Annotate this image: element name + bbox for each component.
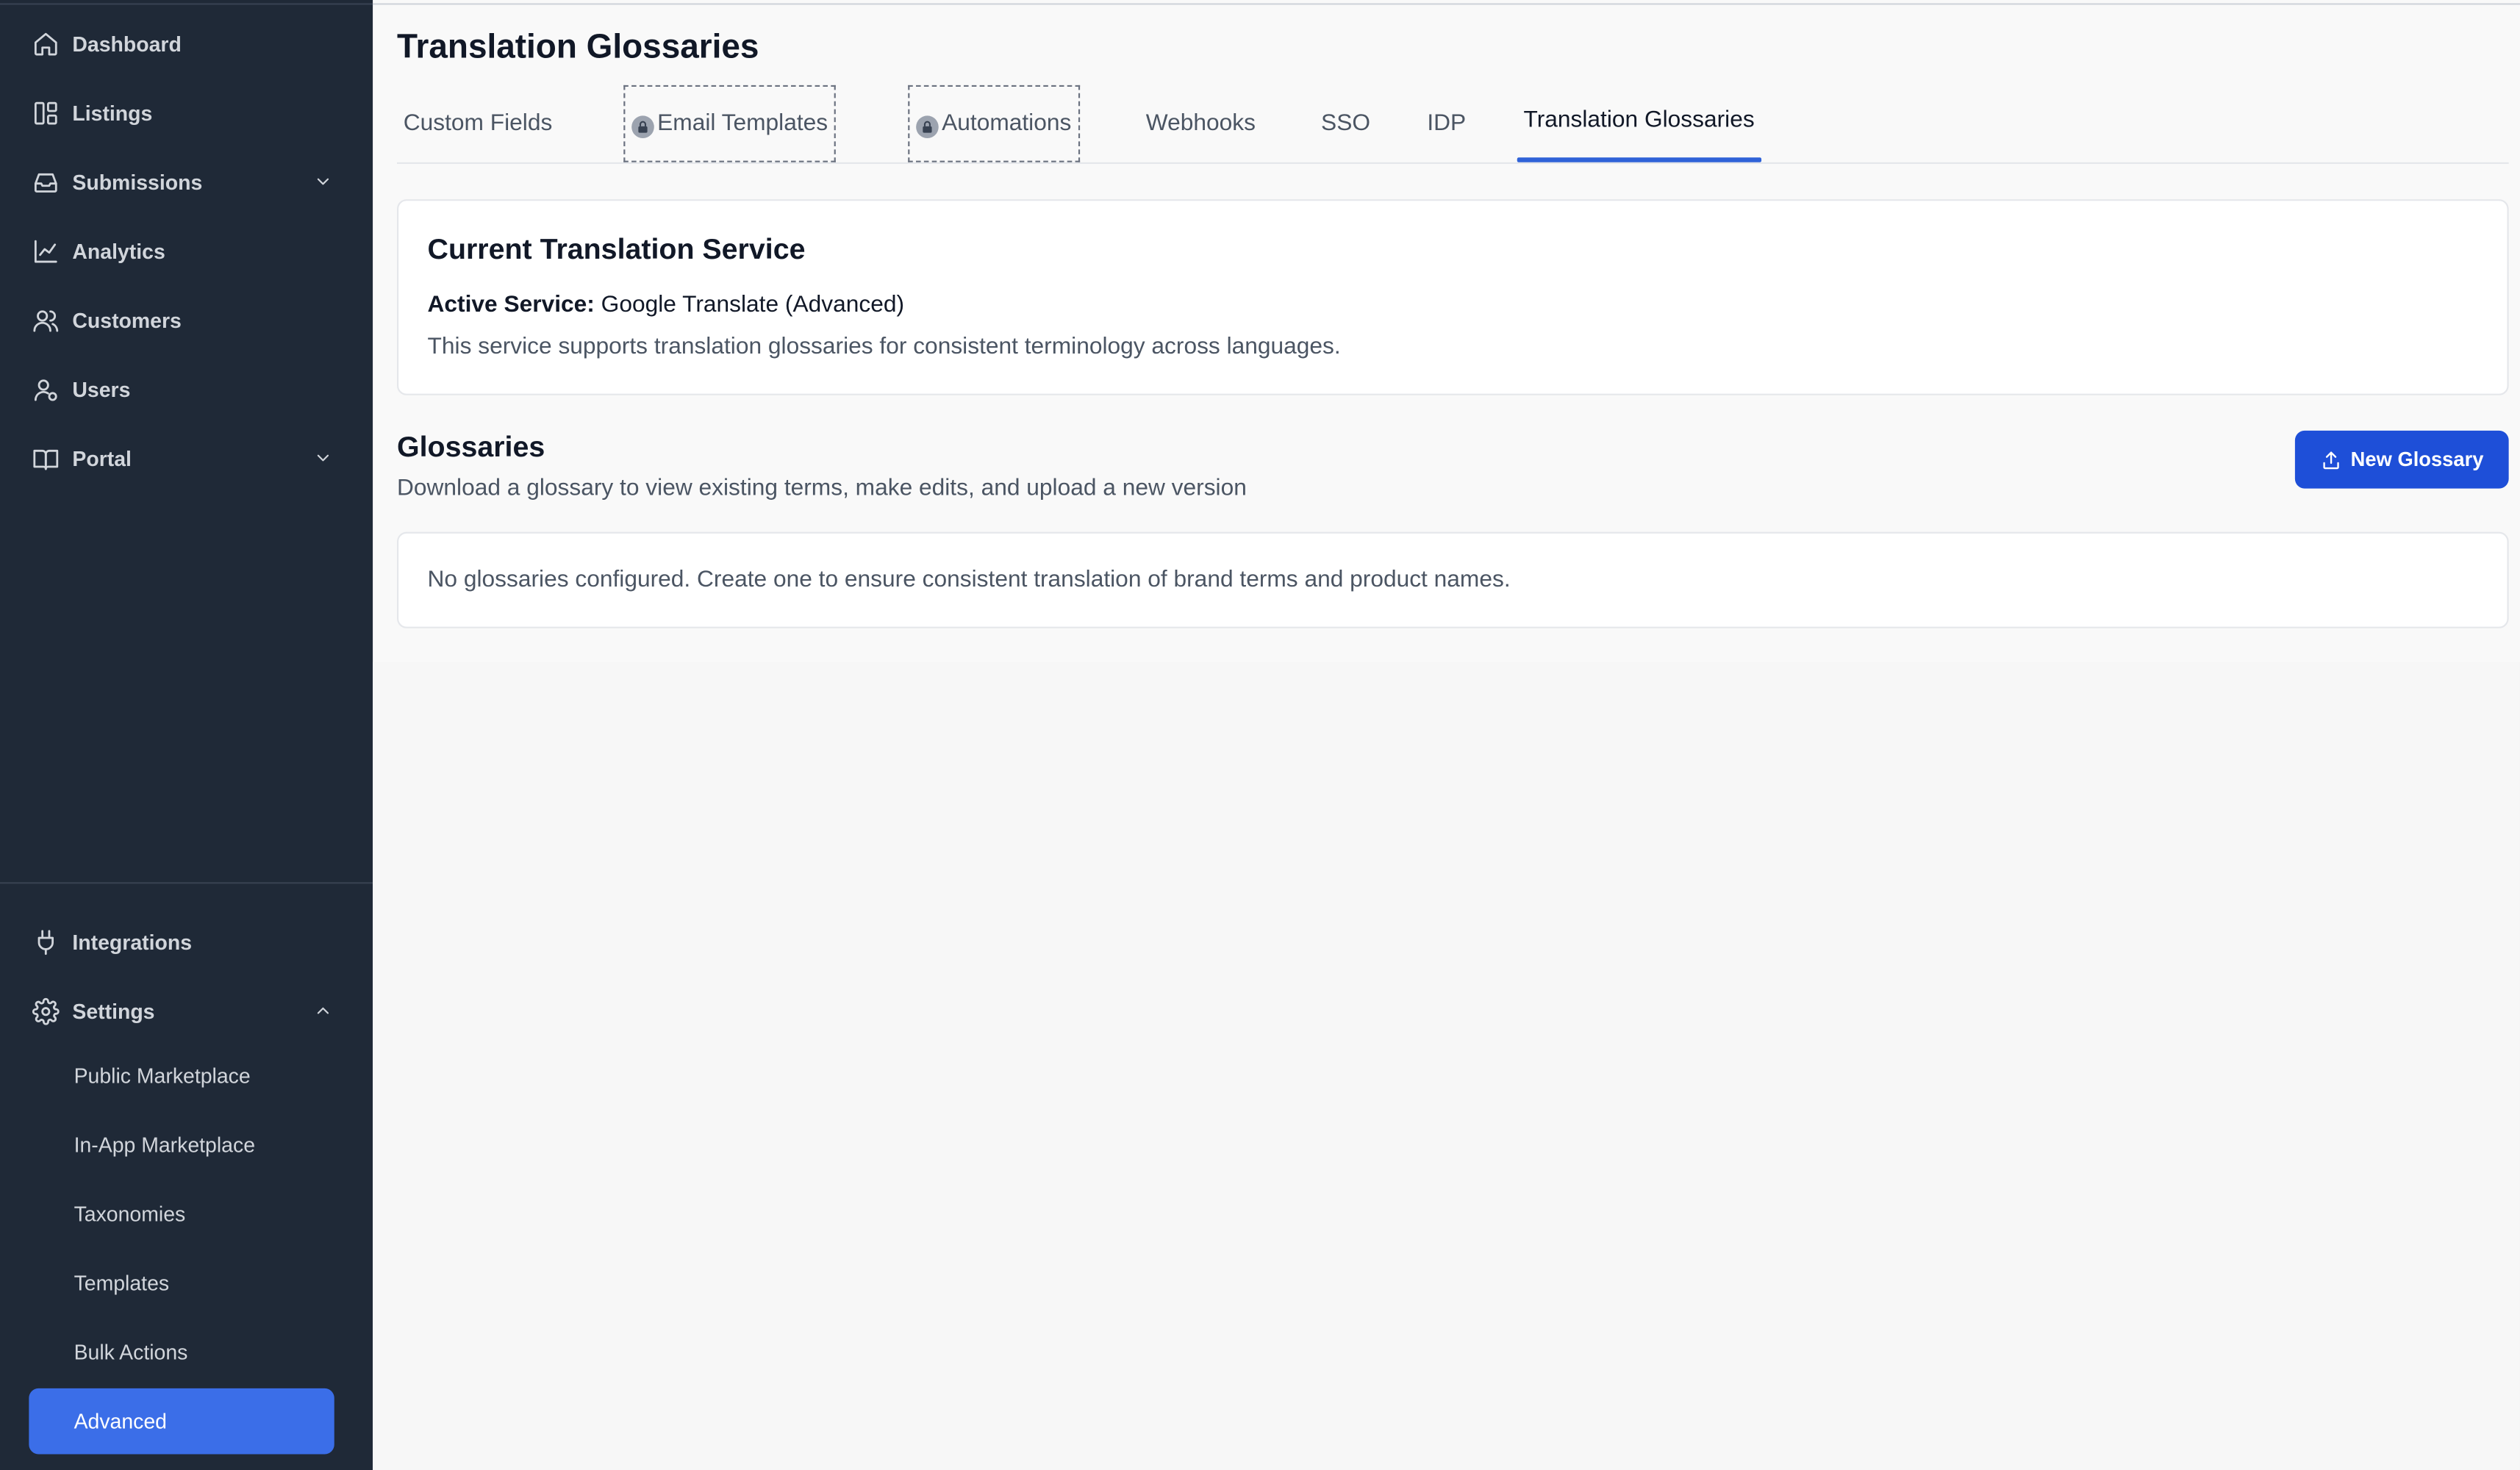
- sidebar-item-label: Dashboard: [72, 31, 182, 56]
- sidebar-subitem-templates[interactable]: Templates: [29, 1250, 334, 1316]
- current-service-card: Current Translation Service Active Servi…: [396, 199, 2509, 395]
- tab-bar: Custom Fields Email Templates Automation…: [396, 84, 2509, 164]
- sidebar-item-label: Settings: [72, 998, 155, 1023]
- sidebar-item-label: Users: [72, 376, 131, 401]
- sidebar-subitem-public-marketplace[interactable]: Public Marketplace: [29, 1043, 334, 1109]
- sidebar-top-divider: [0, 3, 373, 5]
- lock-icon: [631, 115, 654, 137]
- sidebar-item-dashboard[interactable]: Dashboard: [29, 16, 342, 71]
- tab-label: IDP: [1427, 110, 1467, 137]
- sidebar-item-integrations[interactable]: Integrations: [29, 914, 342, 969]
- sidebar-subitem-advanced[interactable]: Advanced: [29, 1388, 334, 1455]
- sidebar-item-label: Portal: [72, 445, 132, 470]
- sidebar-subitem-in-app-marketplace[interactable]: In-App Marketplace: [29, 1112, 334, 1178]
- plug-icon: [29, 925, 61, 958]
- tab-sso[interactable]: SSO: [1321, 84, 1370, 164]
- service-description: This service supports translation glossa…: [427, 334, 1341, 360]
- users-icon: [29, 304, 61, 336]
- tab-webhooks[interactable]: Webhooks: [1146, 84, 1256, 164]
- sidebar-item-settings[interactable]: Settings: [29, 983, 342, 1038]
- tab-label: Custom Fields: [403, 110, 553, 137]
- sidebar-item-label: Listings: [72, 100, 153, 125]
- tab-translation-glossaries[interactable]: Translation Glossaries: [1517, 80, 1761, 162]
- sidebar-item-label: Customers: [72, 307, 182, 332]
- active-service: Active Service: Google Translate (Advanc…: [428, 293, 904, 318]
- inbox-icon: [29, 165, 61, 198]
- sidebar-item-users[interactable]: Users: [29, 362, 342, 416]
- page-title: Translation Glossaries: [396, 29, 759, 66]
- tab-custom-fields[interactable]: Custom Fields: [404, 84, 553, 164]
- empty-message: No glossaries configured. Create one to …: [427, 567, 1511, 593]
- active-service-value: Google Translate (Advanced): [601, 292, 905, 318]
- layout-icon: [29, 96, 61, 129]
- sidebar: Dashboard Listings Submissions Analytics…: [0, 0, 373, 1470]
- tab-label: Translation Glossaries: [1523, 107, 1755, 134]
- sidebar-item-analytics[interactable]: Analytics: [29, 223, 342, 278]
- sidebar-subitem-bulk-actions[interactable]: Bulk Actions: [29, 1319, 334, 1385]
- sidebar-item-submissions[interactable]: Submissions: [29, 154, 342, 209]
- active-service-label: Active Service:: [427, 292, 595, 318]
- tab-email-templates[interactable]: Email Templates: [623, 85, 837, 162]
- glossaries-title: Glossaries: [396, 430, 545, 463]
- tab-label: Webhooks: [1145, 110, 1256, 137]
- glossaries-empty-card: No glossaries configured. Create one to …: [396, 531, 2509, 628]
- new-glossary-button[interactable]: New Glossary: [2294, 430, 2509, 489]
- tab-label: SSO: [1321, 110, 1371, 137]
- new-glossary-label: New Glossary: [2350, 448, 2484, 471]
- upload-icon: [2322, 451, 2338, 469]
- home-icon: [29, 27, 61, 60]
- sidebar-item-label: Integrations: [72, 929, 193, 954]
- chevron-down-icon[interactable]: [313, 172, 332, 191]
- empty-area: [373, 662, 2520, 1470]
- top-border: [373, 3, 2520, 5]
- gear-icon: [29, 994, 61, 1027]
- tab-label: Email Templates: [657, 110, 828, 137]
- sidebar-subitem-taxonomies[interactable]: Taxonomies: [29, 1181, 334, 1247]
- sidebar-item-customers[interactable]: Customers: [29, 293, 342, 347]
- book-icon: [29, 442, 61, 474]
- sidebar-divider: [0, 882, 373, 884]
- tab-label: Automations: [942, 110, 1072, 137]
- sidebar-item-label: Submissions: [72, 169, 203, 194]
- main-content: Translation Glossaries Custom Fields Ema…: [373, 0, 2520, 1470]
- sidebar-item-label: Analytics: [72, 238, 165, 263]
- chevron-down-icon[interactable]: [313, 448, 332, 467]
- chart-line-icon: [29, 234, 61, 267]
- lock-icon: [916, 115, 939, 137]
- service-card-title: Current Translation Service: [427, 232, 806, 265]
- tab-automations[interactable]: Automations: [908, 85, 1080, 162]
- sidebar-item-portal[interactable]: Portal: [29, 431, 342, 485]
- glossaries-subtitle: Download a glossary to view existing ter…: [396, 476, 1247, 502]
- chevron-up-icon[interactable]: [313, 1001, 332, 1020]
- sidebar-item-listings[interactable]: Listings: [29, 85, 342, 140]
- user-gear-icon: [29, 373, 61, 405]
- tab-idp[interactable]: IDP: [1427, 84, 1466, 164]
